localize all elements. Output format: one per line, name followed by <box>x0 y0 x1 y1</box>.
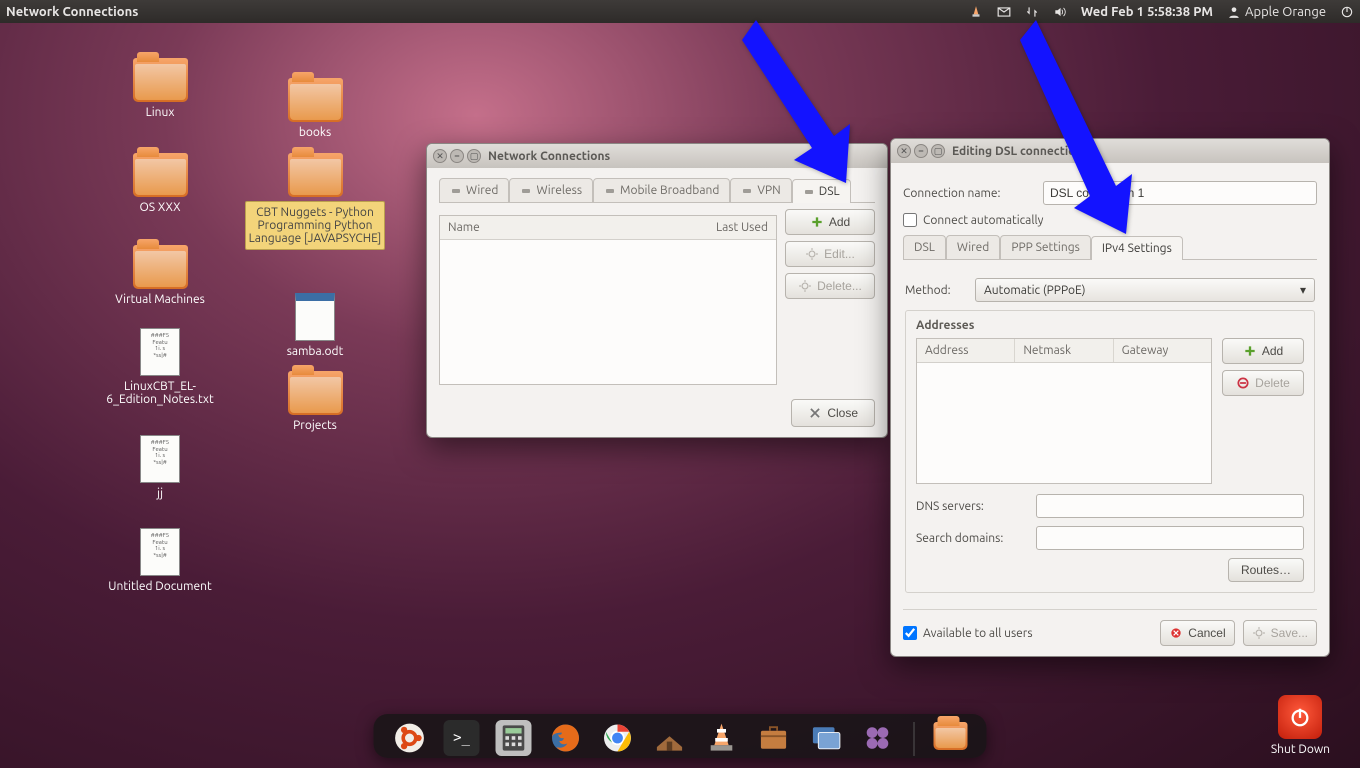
delete-button[interactable]: Delete... <box>785 273 875 299</box>
search-domains-input[interactable] <box>1036 526 1304 550</box>
dock-firefox-icon[interactable] <box>548 720 584 756</box>
minimize-icon[interactable]: – <box>450 149 464 163</box>
desktop-icon-label: Projects <box>245 419 385 432</box>
desktop-icon[interactable]: books <box>245 78 385 139</box>
dns-servers-input[interactable] <box>1036 494 1304 518</box>
routes-button[interactable]: Routes… <box>1228 558 1304 582</box>
dock-files-icon[interactable] <box>652 720 688 756</box>
power-icon <box>1278 695 1322 739</box>
desktop-icon[interactable]: Linux <box>90 58 230 119</box>
dock-chrome-icon[interactable] <box>600 720 636 756</box>
maximize-icon[interactable]: ▢ <box>467 149 481 163</box>
tab-wired[interactable]: Wired <box>946 235 1000 259</box>
dock-software-center-icon[interactable] <box>756 720 792 756</box>
desktop-icon-label: books <box>245 126 385 139</box>
edit-tabs: DSLWiredPPP SettingsIPv4 Settings <box>903 235 1317 260</box>
add-button[interactable]: Add <box>785 209 875 235</box>
desktop-icon-label: jj <box>90 487 230 500</box>
addresses-label: Addresses <box>916 319 1304 332</box>
close-icon[interactable]: ✕ <box>897 144 911 158</box>
app-title: Network Connections <box>6 5 138 19</box>
desktop-icon-label: Untitled Document <box>90 580 230 593</box>
dock-folder-icon[interactable] <box>933 720 969 756</box>
desktop-icon[interactable]: ###F5Featu1i. s*ss|#Untitled Document <box>90 528 230 593</box>
user-menu[interactable]: Apple Orange <box>1227 5 1326 19</box>
clock[interactable]: Wed Feb 1 5:58:38 PM <box>1081 5 1213 19</box>
top-panel: Network Connections Wed Feb 1 5:58:38 PM… <box>0 0 1360 23</box>
network-indicator[interactable] <box>1025 5 1039 19</box>
desktop-icon-label: OS XXX <box>90 201 230 214</box>
desktop-icon[interactable]: OS XXX <box>90 153 230 214</box>
dock-settings-icon[interactable] <box>860 720 896 756</box>
cancel-button[interactable]: Cancel <box>1160 620 1234 646</box>
col-name[interactable]: Name <box>440 216 686 239</box>
chevron-down-icon: ▾ <box>1300 283 1306 297</box>
connections-list[interactable]: Name Last Used <box>439 215 777 385</box>
addr-add-button[interactable]: Add <box>1222 338 1304 364</box>
tab-wireless[interactable]: Wireless <box>509 178 593 202</box>
shutdown-launcher[interactable]: Shut Down <box>1271 695 1330 756</box>
close-button[interactable]: Close <box>791 399 875 427</box>
desktop-icon[interactable]: Projects <box>245 371 385 432</box>
vlc-indicator[interactable] <box>969 5 983 19</box>
arrow-annotation <box>742 18 862 188</box>
desktop-icon[interactable]: CBT Nuggets - Python Programming Python … <box>245 153 385 250</box>
dock-vlc-icon[interactable] <box>704 720 740 756</box>
power-icon[interactable] <box>1340 5 1354 19</box>
desktop-icon-label: samba.odt <box>245 345 385 358</box>
desktop-icon-label: Virtual Machines <box>90 293 230 306</box>
col-last-used[interactable]: Last Used <box>686 216 776 239</box>
desktop-icon[interactable]: ###F5Featu1i. s*ss|#jj <box>90 435 230 500</box>
dock-separator <box>914 722 915 756</box>
tab-ppp-settings[interactable]: PPP Settings <box>1000 235 1091 259</box>
desktop-icon[interactable]: ###F5Featu1i. s*ss|#LinuxCBT_EL-6_Editio… <box>90 328 230 406</box>
mail-icon[interactable] <box>997 5 1011 19</box>
desktop-icon[interactable]: samba.odt <box>245 293 385 358</box>
tab-wired[interactable]: Wired <box>439 178 509 202</box>
available-all-users-label: Available to all users <box>923 627 1033 640</box>
search-domains-label: Search domains: <box>916 532 1026 545</box>
maximize-icon[interactable]: ▢ <box>931 144 945 158</box>
addresses-list[interactable]: Address Netmask Gateway <box>916 338 1212 484</box>
dock-vmware-icon[interactable] <box>808 720 844 756</box>
save-button[interactable]: Save... <box>1243 620 1317 646</box>
edit-button[interactable]: Edit... <box>785 241 875 267</box>
connection-name-label: Connection name: <box>903 187 1033 200</box>
col-netmask[interactable]: Netmask <box>1015 339 1113 362</box>
volume-icon[interactable] <box>1053 5 1067 19</box>
shutdown-label: Shut Down <box>1271 743 1330 756</box>
dock-terminal-icon[interactable]: >_ <box>444 720 480 756</box>
method-combo[interactable]: Automatic (PPPoE)▾ <box>975 278 1315 302</box>
available-all-users-checkbox[interactable] <box>903 626 917 640</box>
tab-dsl[interactable]: DSL <box>903 235 946 259</box>
method-label: Method: <box>905 284 965 297</box>
close-icon[interactable]: ✕ <box>433 149 447 163</box>
desktop-icon-label: CBT Nuggets - Python Programming Python … <box>245 201 385 250</box>
desktop-icon-label: Linux <box>90 106 230 119</box>
dock-ubuntu-icon[interactable] <box>392 720 428 756</box>
dock: >_ <box>374 714 987 758</box>
dns-servers-label: DNS servers: <box>916 500 1026 513</box>
tab-mobile-broadband[interactable]: Mobile Broadband <box>593 178 730 202</box>
arrow-annotation <box>1020 18 1140 238</box>
minimize-icon[interactable]: – <box>914 144 928 158</box>
dock-calculator-icon[interactable] <box>496 720 532 756</box>
desktop-icon[interactable]: Virtual Machines <box>90 245 230 306</box>
connect-automatically-checkbox[interactable] <box>903 213 917 227</box>
addr-delete-button[interactable]: Delete <box>1222 370 1304 396</box>
window-title: Network Connections <box>488 150 610 163</box>
col-gateway[interactable]: Gateway <box>1114 339 1211 362</box>
desktop-icon-label: LinuxCBT_EL-6_Edition_Notes.txt <box>90 380 230 406</box>
tab-ipv4-settings[interactable]: IPv4 Settings <box>1091 236 1183 260</box>
col-address[interactable]: Address <box>917 339 1015 362</box>
